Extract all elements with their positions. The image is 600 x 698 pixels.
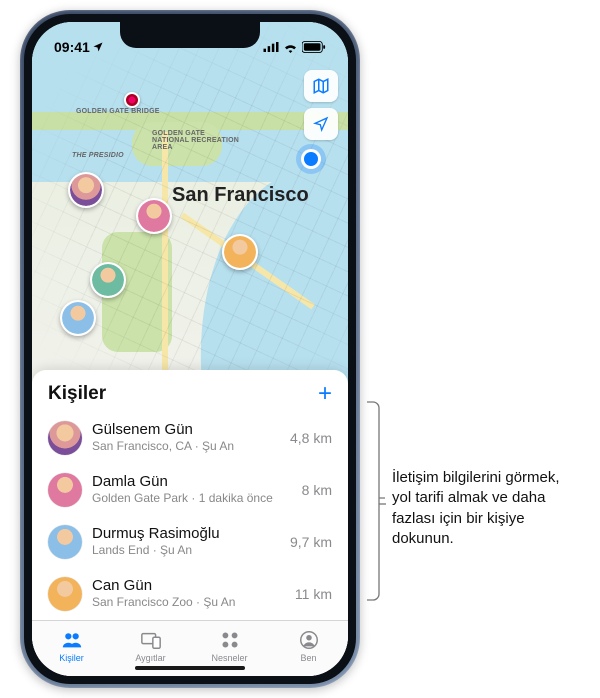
map-label-golden-gate-bridge: GOLDEN GATE BRIDGE <box>76 108 160 115</box>
cellular-icon <box>263 42 279 52</box>
notch <box>120 22 260 48</box>
tab-people[interactable]: Kişiler <box>32 621 111 670</box>
items-icon <box>218 629 242 651</box>
person-row[interactable]: Durmuş Rasimoğlu Lands End · Şu An 9,7 k… <box>32 516 348 568</box>
avatar <box>48 525 82 559</box>
location-icon <box>92 41 104 53</box>
tab-label: Aygıtlar <box>135 653 165 663</box>
iphone-device: 09:41 GOLDEN GATE BRIDGE <box>20 10 360 688</box>
person-row[interactable]: Gülsenem Gün San Francisco, CA · Şu An 4… <box>32 412 348 464</box>
person-name: Can Gün <box>92 577 285 595</box>
map-recenter-button[interactable] <box>304 108 338 140</box>
person-distance: 8 km <box>302 482 332 498</box>
tab-devices[interactable]: Aygıtlar <box>111 621 190 670</box>
map-person-pin[interactable] <box>90 262 126 298</box>
screen: 09:41 GOLDEN GATE BRIDGE <box>32 22 348 676</box>
callout-text: İletişim bilgilerini görmek, yol tarifi … <box>392 468 582 549</box>
home-indicator[interactable] <box>135 666 245 670</box>
tab-label: Kişiler <box>59 653 84 663</box>
wifi-icon <box>283 42 298 53</box>
map-poi-pin[interactable] <box>124 92 140 108</box>
add-person-button[interactable]: + <box>318 382 332 406</box>
map-person-pin[interactable] <box>222 234 258 270</box>
people-icon <box>60 629 84 651</box>
tab-label: Nesneler <box>211 653 247 663</box>
callout-bracket <box>365 400 387 608</box>
user-location-dot <box>304 152 318 166</box>
person-sub: Lands End · Şu An <box>92 543 280 559</box>
people-sheet: Kişiler + Gülsenem Gün San Francisco, CA… <box>32 370 348 676</box>
map-label-recreation-area: Golden Gate National Recreation Area <box>152 130 242 151</box>
person-name: Gülsenem Gün <box>92 421 280 439</box>
avatar <box>48 421 82 455</box>
person-distance: 11 km <box>295 586 332 602</box>
tab-items[interactable]: Nesneler <box>190 621 269 670</box>
person-sub: San Francisco, CA · Şu An <box>92 439 280 455</box>
person-row[interactable]: Damla Gün Golden Gate Park · 1 dakika ön… <box>32 464 348 516</box>
phone-frame: 09:41 GOLDEN GATE BRIDGE <box>20 10 360 688</box>
person-name: Durmuş Rasimoğlu <box>92 525 280 543</box>
avatar <box>48 577 82 611</box>
person-row[interactable]: Can Gün San Francisco Zoo · Şu An 11 km <box>32 568 348 620</box>
map-label-city: San Francisco <box>172 184 309 207</box>
map-person-pin[interactable] <box>68 172 104 208</box>
map-view[interactable]: GOLDEN GATE BRIDGE Golden Gate National … <box>32 22 348 392</box>
person-distance: 4,8 km <box>290 430 332 446</box>
battery-icon <box>302 41 326 53</box>
tab-label: Ben <box>300 653 316 663</box>
person-sub: Golden Gate Park · 1 dakika önce <box>92 491 292 507</box>
map-person-pin[interactable] <box>60 300 96 336</box>
map-label-presidio: The Presidio <box>72 152 124 159</box>
person-distance: 9,7 km <box>290 534 332 550</box>
person-icon <box>297 629 321 651</box>
avatar <box>48 473 82 507</box>
person-sub: San Francisco Zoo · Şu An <box>92 595 285 611</box>
people-list: Gülsenem Gün San Francisco, CA · Şu An 4… <box>32 412 348 620</box>
map-mode-button[interactable] <box>304 70 338 102</box>
map-person-pin[interactable] <box>136 198 172 234</box>
location-arrow-icon <box>313 116 329 132</box>
map-icon <box>312 77 330 95</box>
tab-me[interactable]: Ben <box>269 621 348 670</box>
status-time: 09:41 <box>54 39 90 55</box>
person-name: Damla Gün <box>92 473 292 491</box>
sheet-title: Kişiler <box>48 383 106 405</box>
devices-icon <box>139 629 163 651</box>
